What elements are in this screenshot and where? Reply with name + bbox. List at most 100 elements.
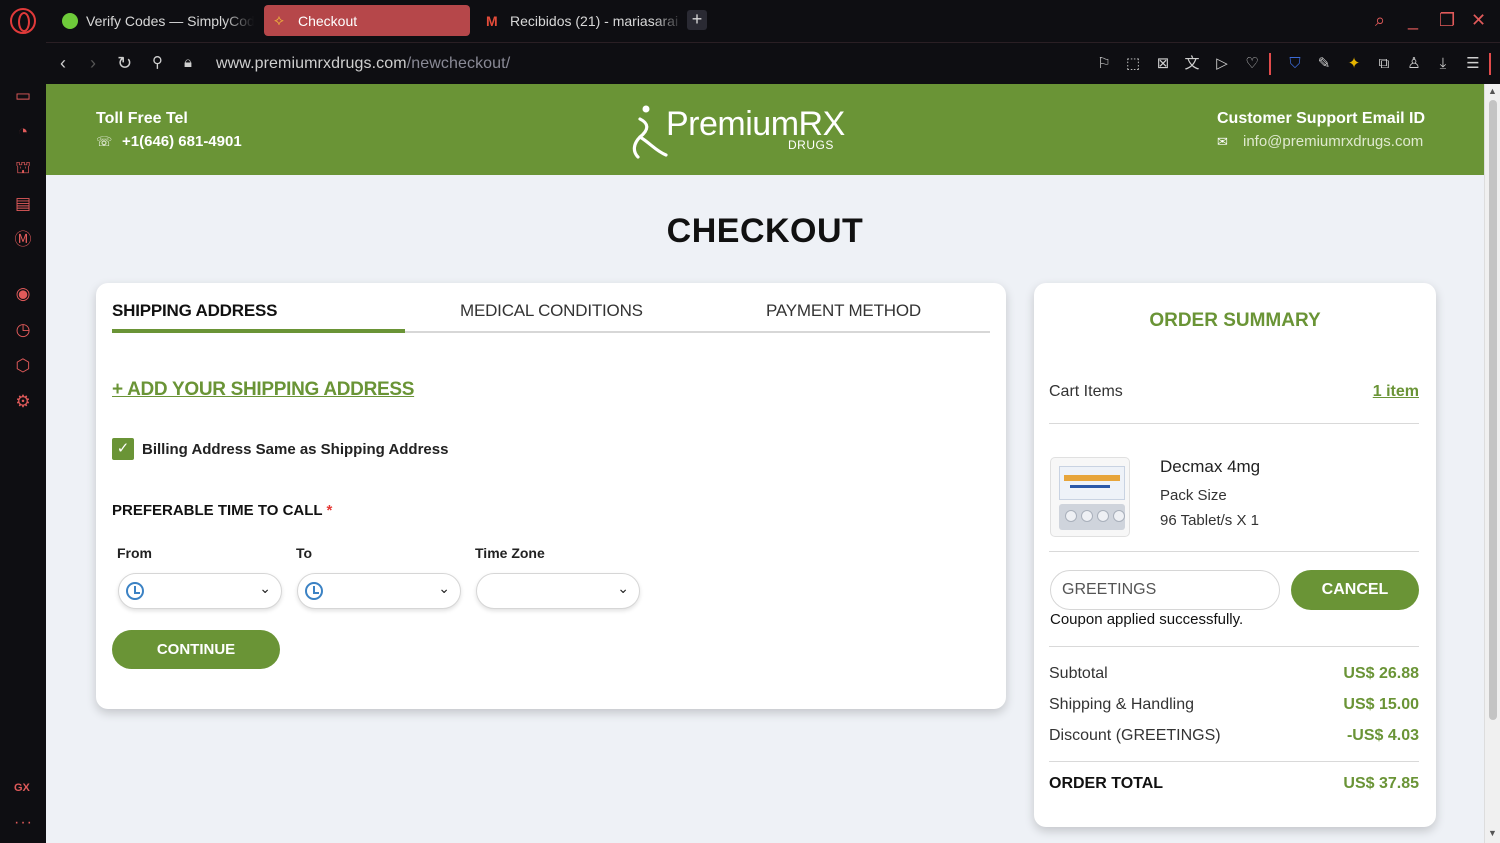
url-domain: www.premiumrxdrugs.com — [216, 55, 407, 72]
gx-controls-icon[interactable]: ▭ — [12, 85, 34, 107]
forward-icon[interactable]: › — [90, 53, 96, 73]
spark-extension-icon[interactable]: ✦ — [1344, 54, 1364, 74]
shipping-label: Shipping & Handling — [1049, 696, 1194, 713]
bookmark-heart-icon[interactable]: ♡ — [1242, 54, 1262, 74]
back-icon[interactable]: ‹ — [60, 53, 66, 73]
lock-icon[interactable]: 🔒︎ — [184, 53, 192, 73]
billing-same-checkbox[interactable]: ✓ — [112, 438, 134, 460]
clock-icon — [126, 582, 144, 600]
messenger-icon[interactable]: Ⓜ — [12, 229, 34, 251]
twitch-icon[interactable]: ⛫ — [12, 157, 34, 179]
from-time-select[interactable]: ⌄ — [118, 573, 282, 609]
checkout-card: SHIPPING ADDRESS MEDICAL CONDITIONS PAYM… — [96, 283, 1006, 709]
scroll-thumb[interactable] — [1489, 100, 1497, 720]
envelope-icon: ✉ — [1217, 133, 1228, 149]
cart-items-label: Cart Items — [1049, 383, 1123, 400]
chevron-down-icon: ⌄ — [617, 580, 629, 596]
site-logo[interactable]: PremiumRX DRUGS — [628, 99, 845, 161]
shield-extension-icon[interactable]: ⛉ — [1285, 54, 1305, 74]
send-icon[interactable]: ▷ — [1212, 54, 1232, 74]
support-email-link[interactable]: ✉ info@premiumrxdrugs.com — [1217, 133, 1425, 150]
tab-verify-codes[interactable]: Verify Codes — SimplyCodes — [52, 5, 254, 36]
profile-icon[interactable]: ♙ — [1404, 54, 1424, 74]
translate-icon[interactable]: 文 — [1182, 54, 1202, 74]
cancel-coupon-button[interactable]: CANCEL — [1291, 570, 1419, 610]
chevron-down-icon: ⌄ — [259, 580, 271, 596]
phone-label: Toll Free Tel — [96, 110, 188, 127]
phone-number[interactable]: ☏ +1(646) 681-4901 — [96, 133, 242, 150]
divider — [1049, 423, 1419, 424]
premiumrx-icon: ⟡ — [274, 11, 284, 29]
gx-logo-icon[interactable]: GX — [14, 782, 30, 794]
support-email-block: Customer Support Email ID ✉ info@premium… — [1217, 110, 1425, 150]
tab-medical-conditions[interactable]: MEDICAL CONDITIONS — [460, 301, 643, 321]
minimize-icon[interactable]: _ — [1408, 10, 1418, 30]
reload-icon[interactable]: ↻ — [117, 53, 132, 73]
snapshot-icon[interactable]: ⬚ — [1123, 54, 1143, 74]
tab-title: Recibidos (21) - mariasarai — [510, 12, 679, 29]
tab-payment-method[interactable]: PAYMENT METHOD — [766, 301, 921, 321]
clock-icon — [305, 582, 323, 600]
scroll-down-icon[interactable]: ▼ — [1488, 828, 1497, 838]
order-total-row: ORDER TOTAL US$ 37.85 — [1049, 775, 1419, 793]
extensions-sidebar-icon[interactable]: ⬡ — [12, 355, 34, 377]
billing-same-label: Billing Address Same as Shipping Address — [142, 440, 449, 458]
continue-button[interactable]: CONTINUE — [112, 630, 280, 669]
to-time-select[interactable]: ⌄ — [297, 573, 461, 609]
to-label: To — [296, 545, 313, 561]
gx-cleaner-icon[interactable]: ◔ — [12, 121, 34, 143]
logo-subtitle: DRUGS — [788, 138, 834, 152]
chevron-down-icon: ⌄ — [438, 580, 450, 596]
pack-size-label: Pack Size — [1160, 487, 1227, 504]
product-image — [1050, 457, 1130, 537]
site-connection-icon[interactable]: ⚲ — [152, 53, 163, 73]
scroll-up-icon[interactable]: ▲ — [1488, 86, 1497, 96]
cart-items-row: Cart Items 1 item — [1049, 383, 1419, 401]
simplycodes-icon — [62, 12, 78, 29]
history-icon[interactable]: ◷ — [12, 319, 34, 341]
site-header: Toll Free Tel ☏ +1(646) 681-4901 Premium… — [46, 84, 1484, 175]
download-icon[interactable]: ⤓ — [1433, 54, 1453, 74]
tab-checkout[interactable]: ⟡ Checkout — [264, 5, 470, 36]
tab-shipping-address[interactable]: SHIPPING ADDRESS — [112, 301, 277, 321]
search-tabs-icon[interactable]: ⌕ — [1375, 10, 1385, 30]
pin-icon[interactable]: ⚐ — [1094, 54, 1114, 74]
more-icon[interactable]: ··· — [14, 814, 33, 832]
page-scrollbar[interactable]: ▲ ▼ — [1484, 84, 1500, 843]
url-path: /newcheckout/ — [406, 55, 511, 72]
edit-extension-icon[interactable]: ✎ — [1314, 54, 1334, 74]
adblock-icon[interactable]: ⊠ — [1153, 54, 1173, 74]
gx-corner-icon[interactable]: ▤ — [12, 193, 34, 215]
tab-gmail[interactable]: M Recibidos (21) - mariasarai — [476, 5, 684, 36]
discount-row: Discount (GREETINGS) -US$ 4.03 — [1049, 727, 1419, 745]
email-label: Customer Support Email ID — [1217, 110, 1426, 127]
phone-icon: ☏ — [96, 133, 113, 149]
divider — [1049, 761, 1419, 762]
restore-icon[interactable]: ❐ — [1439, 10, 1455, 30]
settings-icon[interactable]: ⚙ — [12, 391, 34, 413]
music-player-icon[interactable]: ◉ — [12, 283, 34, 305]
opera-menu-icon[interactable] — [10, 8, 36, 34]
billing-same-row[interactable]: ✓ Billing Address Same as Shipping Addre… — [112, 438, 448, 460]
subtotal-value: US$ 26.88 — [1343, 665, 1419, 682]
extensions-icon[interactable]: ⧉ — [1374, 54, 1394, 74]
tab-strip: Verify Codes — SimplyCodes ⟡ Checkout M … — [0, 0, 1500, 42]
coupon-input[interactable]: GREETINGS — [1050, 570, 1280, 610]
coupon-status-message: Coupon applied successfully. — [1050, 611, 1244, 628]
add-shipping-address-link[interactable]: + ADD YOUR SHIPPING ADDRESS — [112, 379, 414, 401]
url-field[interactable]: www.premiumrxdrugs.com/newcheckout/ — [216, 55, 510, 73]
browser-window: Verify Codes — SimplyCodes ⟡ Checkout M … — [0, 0, 1500, 843]
active-step-indicator — [112, 329, 405, 333]
order-total-label: ORDER TOTAL — [1049, 775, 1164, 792]
divider — [1049, 646, 1419, 647]
timezone-select[interactable]: ⌄ — [476, 573, 640, 609]
cart-items-link[interactable]: 1 item — [1373, 383, 1419, 401]
menu-icon[interactable]: ☰ — [1463, 54, 1483, 74]
close-window-icon[interactable]: ✕ — [1471, 10, 1486, 30]
discount-value: -US$ 4.03 — [1346, 727, 1419, 744]
discount-label: Discount (GREETINGS) — [1049, 727, 1221, 744]
new-tab-button[interactable]: + — [687, 10, 707, 30]
logo-figure-icon — [632, 105, 668, 159]
order-summary-title: ORDER SUMMARY — [1149, 310, 1321, 331]
timezone-label: Time Zone — [475, 545, 545, 561]
